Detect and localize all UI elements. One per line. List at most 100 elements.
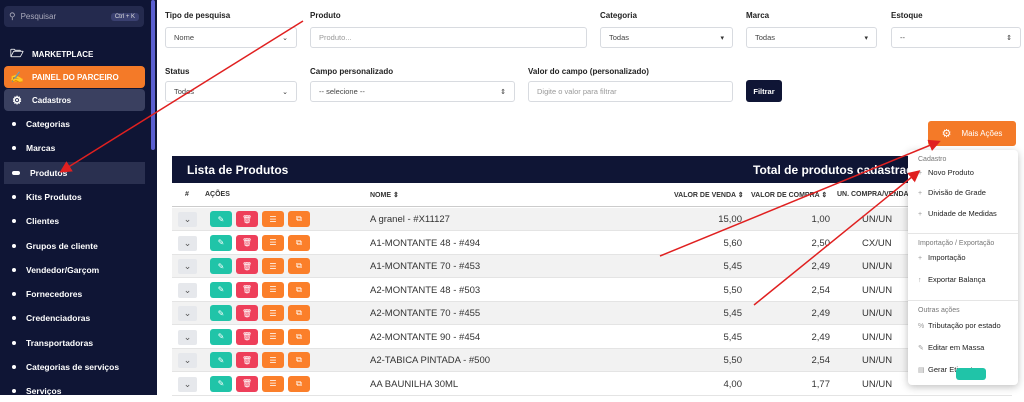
sidebar-item-categorias[interactable]: Categorias — [4, 113, 145, 135]
status-select[interactable]: Todos ⌄ — [165, 81, 297, 102]
list-button[interactable]: ☰ — [262, 352, 284, 368]
copy-button[interactable]: ⧉ — [288, 305, 310, 321]
edit-button[interactable]: ✎ — [210, 328, 232, 345]
cell-valor-compra: 2,54 — [811, 284, 831, 296]
cell-nome: A2-MONTANTE 48 - #503 — [370, 284, 481, 296]
sidebar-item-transportadoras[interactable]: Transportadoras — [4, 332, 145, 354]
expand-row-button[interactable]: ⌄ — [178, 376, 197, 392]
dd-unidade-medidas[interactable]: + Unidade de Medidas — [918, 209, 997, 218]
search-placeholder: Pesquisar — [20, 12, 57, 21]
delete-button[interactable]: 🗑 — [236, 352, 258, 368]
marca-select[interactable]: Todas ▾ — [746, 27, 877, 48]
list-button[interactable]: ☰ — [262, 281, 284, 298]
copy-icon: ⧉ — [296, 308, 302, 317]
delete-button[interactable]: 🗑 — [236, 234, 258, 251]
expand-row-button[interactable]: ⌄ — [178, 259, 197, 274]
list-button[interactable]: ☰ — [262, 258, 284, 274]
categoria-select[interactable]: Todas ▾ — [600, 27, 733, 48]
tipo-pesquisa-label: Tipo de pesquisa — [165, 11, 231, 20]
col-nome[interactable]: NOME ⇕ — [368, 183, 670, 207]
delete-button[interactable]: 🗑 — [236, 258, 258, 274]
expand-row-button[interactable]: ⌄ — [178, 235, 197, 251]
expand-row-button[interactable]: ⌄ — [178, 282, 197, 298]
delete-button[interactable]: 🗑 — [236, 328, 258, 345]
sidebar-item-categorias-de-servi-os[interactable]: Categorias de serviços — [4, 356, 145, 378]
nav-cadastros[interactable]: ⚙ Cadastros — [4, 89, 145, 111]
dd-exportar-balanca[interactable]: ↑ Exportar Balança — [918, 275, 986, 284]
sidebar-item-kits-produtos[interactable]: Kits Produtos — [4, 186, 145, 208]
sidebar: ⚲ Pesquisar Ctrl + K 🗁 MARKETPLACE ✍ PAI… — [0, 0, 157, 396]
col-valor-compra[interactable]: VALOR DE COMPRA ⇕ — [747, 183, 833, 207]
nav-painel-parceiro[interactable]: ✍ PAINEL DO PARCEIRO — [4, 66, 145, 88]
caret-down-icon: ▾ — [720, 34, 724, 42]
col-acoes: AÇÕES — [202, 183, 368, 207]
dd-divisao-grade[interactable]: + Divisão de Grade — [918, 188, 986, 197]
estoque-select[interactable]: -- ⇕ — [891, 27, 1021, 48]
edit-button[interactable]: ✎ — [210, 281, 232, 298]
sidebar-item-produtos[interactable]: Produtos — [4, 161, 145, 184]
edit-button[interactable]: ✎ — [210, 375, 232, 392]
produto-input[interactable]: Produto... — [310, 27, 587, 48]
more-actions-button[interactable]: ⚙ Mais Ações — [928, 121, 1016, 146]
delete-button[interactable]: 🗑 — [236, 375, 258, 392]
sidebar-item-clientes[interactable]: Clientes — [4, 210, 145, 232]
percent-icon: % — [918, 323, 925, 330]
col-valor-venda[interactable]: VALOR DE VENDA ⇕ — [670, 183, 747, 207]
handshake-icon: ✍ — [10, 71, 24, 84]
nav-marketplace[interactable]: 🗁 MARKETPLACE — [4, 43, 145, 65]
produto-placeholder: Produto... — [319, 33, 352, 42]
sidebar-search[interactable]: ⚲ Pesquisar Ctrl + K — [4, 6, 144, 27]
valor-campo-input[interactable]: Digite o valor para filtrar — [528, 81, 733, 102]
copy-button[interactable]: ⧉ — [288, 375, 310, 392]
copy-button[interactable]: ⧉ — [288, 211, 310, 227]
list-button[interactable]: ☰ — [262, 234, 284, 251]
sidebar-item-label: Categorias de serviços — [26, 362, 120, 372]
dd-novo-produto[interactable]: + Novo Produto — [918, 168, 974, 177]
search-shortcut-badge: Ctrl + K — [110, 12, 139, 21]
list-button[interactable]: ☰ — [262, 375, 284, 392]
edit-button[interactable]: ✎ — [210, 305, 232, 321]
filter-button[interactable]: Filtrar — [746, 80, 782, 102]
status-value: Todos — [174, 87, 195, 96]
sidebar-item-vendedor-gar-om[interactable]: Vendedor/Garçom — [4, 259, 145, 281]
list-button[interactable]: ☰ — [262, 328, 284, 345]
copy-button[interactable]: ⧉ — [288, 352, 310, 368]
copy-button[interactable]: ⧉ — [288, 234, 310, 251]
sidebar-scrollbar[interactable] — [151, 0, 155, 150]
list-button[interactable]: ☰ — [262, 211, 284, 227]
copy-button[interactable]: ⧉ — [288, 281, 310, 298]
campo-personalizado-select[interactable]: -- selecione -- ⇕ — [310, 81, 515, 102]
edit-button[interactable]: ✎ — [210, 352, 232, 368]
edit-button[interactable]: ✎ — [210, 234, 232, 251]
expand-row-button[interactable]: ⌄ — [178, 212, 197, 227]
dd-editar-massa[interactable]: ✎ Editar em Massa — [918, 343, 984, 352]
expand-row-button[interactable]: ⌄ — [178, 353, 197, 368]
sidebar-item-credenciadoras[interactable]: Credenciadoras — [4, 307, 145, 329]
delete-button[interactable]: 🗑 — [236, 211, 258, 227]
dd-importacao[interactable]: + Importação — [918, 253, 966, 262]
tipo-pesquisa-select[interactable]: Nome ⌄ — [165, 27, 297, 48]
more-actions-label: Mais Ações — [961, 129, 1003, 138]
dd-divider — [908, 300, 1018, 301]
col-hash: # — [172, 183, 202, 207]
sidebar-item-grupos-de-cliente[interactable]: Grupos de cliente — [4, 235, 145, 257]
edit-button[interactable]: ✎ — [210, 258, 232, 274]
sidebar-item-servi-os[interactable]: Serviços — [4, 380, 145, 402]
sidebar-item-marcas[interactable]: Marcas — [4, 137, 145, 159]
expand-row-button[interactable]: ⌄ — [178, 306, 197, 321]
delete-button[interactable]: 🗑 — [236, 305, 258, 321]
sidebar-item-fornecedores[interactable]: Fornecedores — [4, 283, 145, 305]
nav-marketplace-label: MARKETPLACE — [32, 49, 94, 59]
dd-tributacao[interactable]: % Tributação por estado — [918, 321, 1001, 330]
cell-nome: AA BAUNILHA 30ML — [370, 378, 459, 390]
cell-valor-compra: 2,49 — [811, 331, 831, 343]
edit-button[interactable]: ✎ — [210, 211, 232, 227]
copy-button[interactable]: ⧉ — [288, 258, 310, 274]
delete-button[interactable]: 🗑 — [236, 281, 258, 298]
valor-campo-placeholder: Digite o valor para filtrar — [537, 87, 617, 96]
copy-button[interactable]: ⧉ — [288, 328, 310, 345]
bullet-icon — [12, 316, 16, 321]
copy-icon: ⧉ — [296, 237, 302, 247]
list-button[interactable]: ☰ — [262, 305, 284, 321]
expand-row-button[interactable]: ⌄ — [178, 329, 197, 345]
